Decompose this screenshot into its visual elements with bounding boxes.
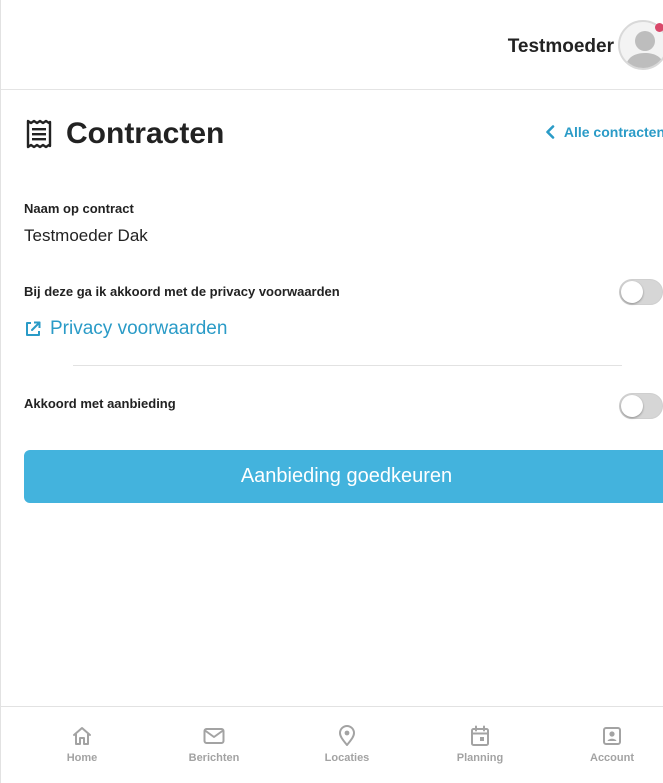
calendar-icon (471, 725, 489, 746)
approve-offer-button[interactable]: Aanbieding goedkeuren (24, 450, 663, 503)
nav-label-planning: Planning (456, 752, 504, 764)
nav-item-berichten[interactable]: Berichten (169, 725, 259, 764)
mail-icon (203, 728, 225, 744)
nav-item-planning[interactable]: Planning (435, 725, 525, 764)
nav-label-account: Account (590, 752, 634, 764)
offer-consent-toggle[interactable] (619, 393, 663, 419)
nav-label-home: Home (66, 752, 98, 764)
toggle-knob (621, 395, 643, 417)
privacy-terms-link[interactable]: Privacy voorwaarden (24, 318, 227, 340)
account-icon (603, 727, 621, 745)
divider (73, 365, 622, 366)
all-contracts-link[interactable]: Alle contracten (545, 124, 663, 140)
privacy-terms-label: Privacy voorwaarden (50, 318, 228, 339)
top-bar: Testmoeder (1, 0, 663, 90)
privacy-consent-label: Bij deze ga ik akkoord met de privacy vo… (24, 284, 340, 299)
nav-item-home[interactable]: Home (37, 725, 127, 764)
notification-dot (655, 23, 663, 32)
page-header: Contracten (24, 112, 224, 156)
external-link-icon (26, 321, 41, 336)
app-window: Testmoeder Contracten Alle contracten Na… (0, 0, 663, 783)
chevron-left-icon (546, 125, 555, 139)
user-name[interactable]: Testmoeder (508, 36, 614, 58)
privacy-consent-toggle[interactable] (619, 279, 663, 305)
nav-label-locaties: Locaties (324, 752, 370, 764)
page-title: Contracten (66, 117, 225, 150)
receipt-icon (26, 119, 52, 149)
nav-item-locaties[interactable]: Locaties (302, 725, 392, 764)
bottom-nav: Home Berichten Locaties Planning Account (1, 706, 663, 783)
home-icon (73, 727, 91, 745)
all-contracts-label: Alle contracten (563, 124, 663, 140)
contract-name-value: Testmoeder Dak (24, 226, 148, 245)
offer-consent-label: Akkoord met aanbieding (24, 396, 176, 411)
contract-name-label: Naam op contract (24, 201, 134, 216)
nav-label-berichten: Berichten (188, 752, 240, 764)
toggle-knob (621, 281, 643, 303)
nav-item-account[interactable]: Account (567, 725, 657, 764)
location-pin-icon (339, 725, 355, 746)
